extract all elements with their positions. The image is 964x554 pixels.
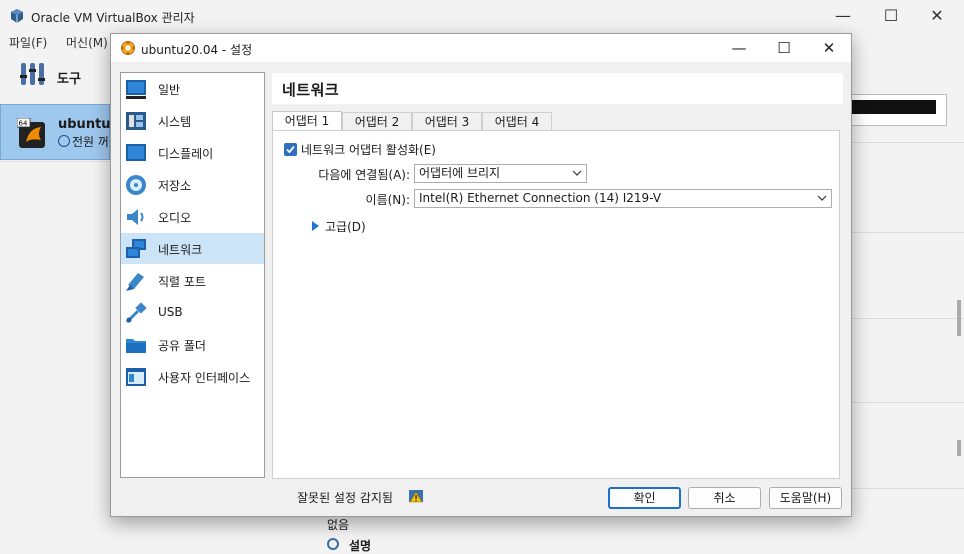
invalid-settings-label: 잘못된 설정 감지됨	[297, 491, 393, 505]
shared-folder-icon	[126, 339, 146, 353]
details-divider	[852, 488, 964, 489]
audio-icon	[127, 209, 144, 225]
power-off-icon	[58, 135, 70, 147]
adapter-name-select[interactable]: Intel(R) Ethernet Connection (14) I219-V	[414, 189, 832, 208]
vm-bit-badge: 64	[19, 120, 28, 128]
page-header: 네트워크	[272, 73, 843, 104]
vm-list-item[interactable]: 64 ubuntu20.04 전원 꺼짐	[0, 104, 110, 160]
nav-label: 네트워크	[158, 243, 203, 257]
nav-label: 저장소	[158, 179, 192, 193]
expand-arrow-icon[interactable]	[312, 221, 319, 231]
user-interface-icon	[126, 368, 146, 386]
tab-adapter-1[interactable]: 어댑터 1	[272, 111, 342, 132]
dialog-title: ubuntu20.04 - 설정	[141, 43, 253, 57]
details-divider	[852, 402, 964, 403]
system-icon	[126, 112, 146, 130]
details-divider	[852, 142, 964, 143]
attached-to-label: 다음에 연결됨(A):	[318, 168, 410, 182]
details-divider	[852, 232, 964, 233]
nav-label: USB	[158, 305, 183, 319]
advanced-toggle[interactable]: 고급(D)	[325, 218, 366, 235]
close-icon[interactable]: ✕	[914, 4, 960, 28]
ubuntu-vm-icon: 64	[17, 118, 45, 148]
network-icon	[126, 239, 146, 258]
nav-item-shared-folder[interactable]: 공유 폴더	[121, 329, 264, 360]
nav-item-usb[interactable]: USB	[121, 297, 264, 328]
cancel-button[interactable]: 취소	[688, 487, 761, 509]
tab-adapter-3[interactable]: 어댑터 3	[412, 112, 482, 131]
checkmark-icon	[286, 145, 295, 154]
preview-screen	[852, 100, 936, 114]
nav-item-storage[interactable]: 저장소	[121, 169, 264, 200]
nav-item-serial-port[interactable]: 직렬 포트	[121, 265, 264, 296]
enable-adapter-checkbox[interactable]	[284, 143, 297, 156]
close-icon[interactable]: ✕	[807, 36, 851, 60]
page-title: 네트워크	[282, 81, 340, 99]
maximize-icon[interactable]: ☐	[868, 4, 914, 28]
nav-label: 사용자 인터페이스	[158, 371, 251, 385]
warning-icon[interactable]	[408, 488, 424, 504]
tab-adapter-2[interactable]: 어댑터 2	[342, 112, 412, 131]
attached-to-value: 어댑터에 브리지	[419, 166, 501, 180]
nav-item-system[interactable]: 시스템	[121, 105, 264, 136]
usb-icon	[125, 302, 147, 324]
minimize-icon[interactable]: —	[717, 36, 761, 60]
description-section-title: 설명	[349, 539, 372, 553]
tools-item[interactable]: 도구	[0, 56, 110, 96]
tools-icon	[20, 63, 45, 85]
vm-state: 전원 꺼짐	[58, 133, 110, 150]
adapter-tab-panel: 네트워크 어댑터 활성화(E) 다음에 연결됨(A): 어댑터에 브리지 이름(…	[272, 130, 840, 479]
help-button[interactable]: 도움말(H)	[769, 487, 842, 509]
nav-item-network[interactable]: 네트워크	[121, 233, 264, 264]
minimize-icon[interactable]: —	[820, 4, 866, 28]
vm-state-label: 전원 꺼짐	[72, 135, 110, 149]
settings-dialog: ubuntu20.04 - 설정 — ☐ ✕ 일반 시스템 디스플레이 저장소 …	[110, 33, 852, 517]
settings-gear-icon	[121, 41, 135, 55]
menu-machine[interactable]: 머신(M)	[66, 34, 108, 51]
nav-label: 일반	[158, 83, 181, 97]
nav-label: 직렬 포트	[158, 275, 206, 289]
nav-label: 공유 폴더	[158, 339, 206, 353]
nav-item-general[interactable]: 일반	[121, 73, 264, 104]
virtualbox-app-icon	[11, 9, 23, 23]
name-label: 이름(N):	[365, 193, 410, 207]
chevron-down-icon	[817, 195, 827, 201]
manager-titlebar: Oracle VM VirtualBox 관리자 — ☐ ✕	[0, 0, 964, 32]
nav-item-user-interface[interactable]: 사용자 인터페이스	[121, 361, 264, 392]
display-icon	[126, 144, 146, 161]
usb-none-value: 없음	[327, 518, 350, 532]
nav-label: 시스템	[158, 115, 192, 129]
tools-label: 도구	[57, 72, 81, 87]
details-bottom	[320, 517, 964, 545]
maximize-icon[interactable]: ☐	[762, 36, 806, 60]
adapter-name-value: Intel(R) Ethernet Connection (14) I219-V	[419, 191, 662, 205]
nav-item-audio[interactable]: 오디오	[121, 201, 264, 232]
details-scrollbar-thumb[interactable]	[957, 440, 961, 456]
details-divider	[852, 318, 964, 319]
enable-adapter-label[interactable]: 네트워크 어댑터 활성화(E)	[301, 141, 436, 158]
attached-to-select[interactable]: 어댑터에 브리지	[414, 164, 587, 183]
general-icon	[126, 80, 146, 99]
manager-title: Oracle VM VirtualBox 관리자	[31, 11, 195, 25]
storage-icon	[126, 175, 146, 195]
vm-name: ubuntu20.04	[58, 117, 110, 132]
nav-label: 디스플레이	[158, 147, 214, 161]
vm-list-divider	[0, 161, 110, 162]
ok-button[interactable]: 확인	[608, 487, 681, 509]
chevron-down-icon	[572, 170, 582, 176]
nav-label: 오디오	[158, 211, 192, 225]
nav-item-display[interactable]: 디스플레이	[121, 137, 264, 168]
tab-adapter-4[interactable]: 어댑터 4	[482, 112, 552, 131]
dialog-titlebar: ubuntu20.04 - 설정 — ☐ ✕	[111, 34, 851, 62]
menu-file[interactable]: 파일(F)	[9, 34, 47, 51]
description-icon	[327, 538, 339, 550]
details-scrollbar[interactable]	[957, 300, 961, 336]
settings-category-list: 일반 시스템 디스플레이 저장소 오디오 네트워크 직렬 포트 USB 공유 폴…	[120, 72, 265, 478]
serial-port-icon	[126, 273, 144, 291]
